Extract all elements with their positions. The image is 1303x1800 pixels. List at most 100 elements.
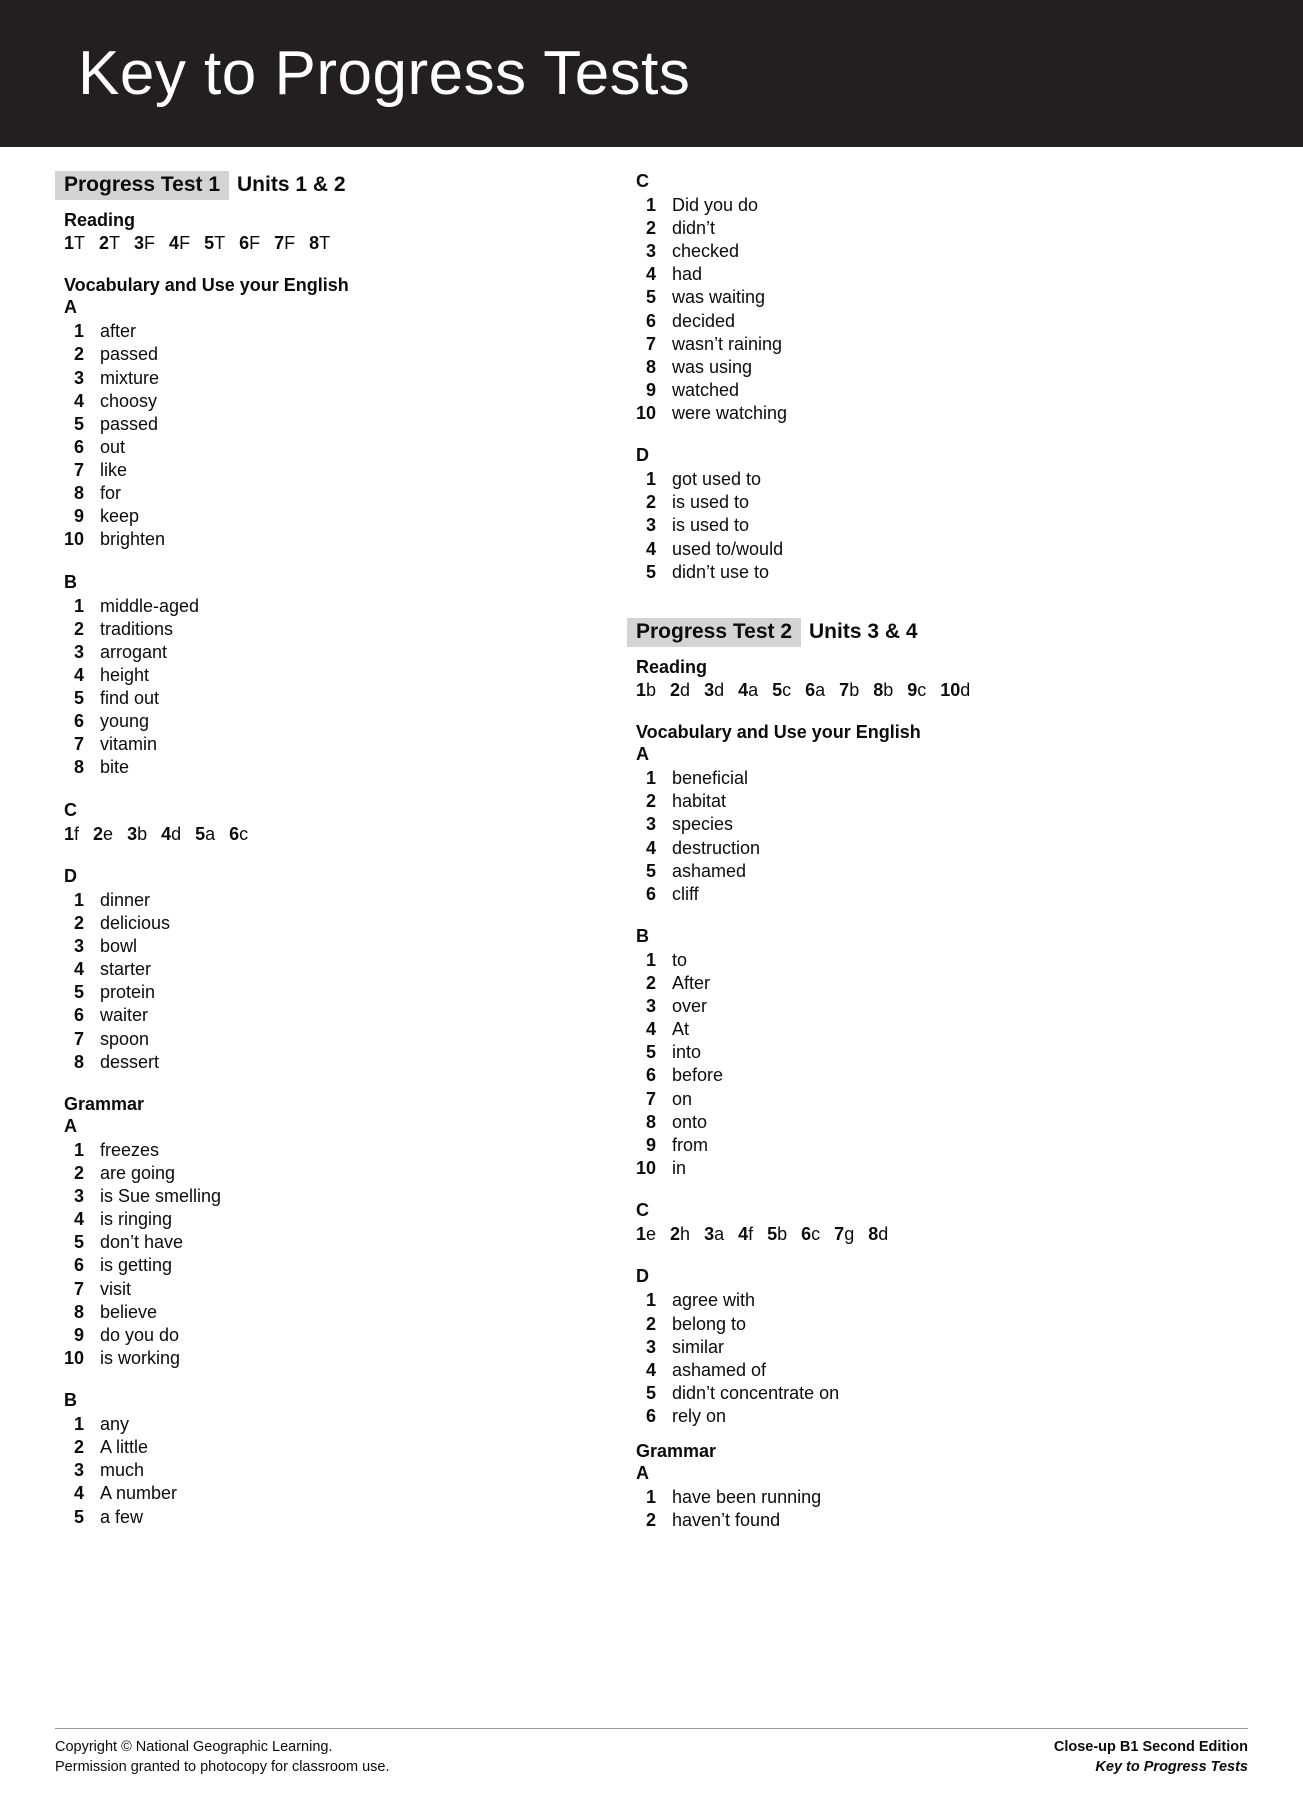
answer-row: 4 height bbox=[55, 664, 575, 687]
answer-number: 3 bbox=[704, 679, 715, 700]
answer-number: 8 bbox=[309, 233, 320, 253]
answer-number: 8 bbox=[645, 356, 656, 377]
answer-row: 10 brighten bbox=[55, 528, 575, 551]
answer-value: onto bbox=[672, 1111, 708, 1132]
answer-number: 5 bbox=[645, 287, 656, 308]
answer-value: to bbox=[672, 949, 688, 970]
answer-number: 8 bbox=[73, 1301, 84, 1322]
answer-number: 4 bbox=[73, 1483, 84, 1504]
answer-number: 6 bbox=[73, 711, 84, 732]
test-2-vocab-c-answers: 1e 2h 3a 4f 5b 6c 7g 8d bbox=[636, 1223, 1147, 1246]
answer-row: 9 watched bbox=[627, 379, 1147, 402]
answer-value: d bbox=[171, 823, 182, 844]
answer-value: were watching bbox=[672, 403, 788, 424]
answer-number: 1 bbox=[73, 595, 84, 616]
answer-value: a few bbox=[100, 1506, 144, 1527]
answer-row: 5 find out bbox=[55, 687, 575, 710]
answer-value: A little bbox=[100, 1437, 149, 1458]
answer-number: 1 bbox=[73, 1139, 84, 1160]
test-2-vocab-b-list: 1 to 2 After 3 over 4 At 5 into 6 before 7 on 8 onto 9 fr… bbox=[627, 949, 1147, 1180]
answer-number: 9 bbox=[907, 679, 918, 700]
test-1-title: Progress Test 1 Units 1 & 2 bbox=[55, 171, 575, 200]
footer-divider bbox=[55, 1727, 1248, 1729]
answer-number: 3 bbox=[73, 367, 84, 388]
answer-number: 2 bbox=[73, 1162, 84, 1183]
answer-row: 2 A little bbox=[55, 1436, 575, 1459]
answer-number: 6 bbox=[645, 1065, 656, 1086]
answer-value: vitamin bbox=[100, 734, 158, 755]
answer-value: starter bbox=[100, 959, 152, 980]
answer-pair: 5b bbox=[767, 1223, 787, 1246]
test-1-units: Units 1 & 2 bbox=[237, 173, 346, 196]
answer-value: rely on bbox=[672, 1406, 727, 1426]
answer-value: out bbox=[100, 436, 126, 457]
test-2-grammar-heading: Grammar bbox=[636, 1441, 717, 1462]
answer-pair: 6a bbox=[805, 679, 825, 702]
answer-row: 8 believe bbox=[55, 1301, 575, 1324]
page-banner: Key to Progress Tests bbox=[0, 0, 1303, 147]
answer-row: 2 is used to bbox=[627, 491, 1147, 514]
answer-row: 8 bite bbox=[55, 756, 575, 779]
answer-value: wasn’t raining bbox=[672, 333, 783, 354]
answer-row: 5 didn’t use to bbox=[627, 561, 1147, 584]
answer-number: 6 bbox=[645, 883, 656, 904]
answer-value: traditions bbox=[100, 618, 174, 639]
answer-number: 8 bbox=[73, 757, 84, 778]
answer-row: 1 middle-aged bbox=[55, 595, 575, 618]
answer-value: c bbox=[811, 1224, 821, 1245]
answer-value: delicious bbox=[100, 912, 171, 933]
answer-value: after bbox=[100, 321, 137, 342]
answer-value: had bbox=[672, 264, 703, 285]
answer-number: 7 bbox=[645, 333, 656, 354]
answer-value: T bbox=[74, 233, 86, 253]
answer-row: 5 didn’t concentrate on bbox=[627, 1382, 1147, 1405]
answer-row: 6 cliff bbox=[627, 883, 1147, 906]
answer-row: 3 bowl bbox=[55, 935, 575, 958]
answer-row: 7 visit bbox=[55, 1278, 575, 1301]
answer-pair: 7F bbox=[274, 232, 295, 255]
answer-row: 3 checked bbox=[627, 240, 1147, 263]
test-2-chip: Progress Test 2 bbox=[627, 617, 802, 647]
answer-row: 1 to bbox=[627, 949, 1147, 972]
test-2-vocab-a-letter: A bbox=[636, 744, 649, 765]
answer-value: b bbox=[849, 679, 860, 700]
answer-number: 8 bbox=[868, 1224, 879, 1245]
answer-value: middle-aged bbox=[100, 595, 200, 616]
answer-row: 1 Did you do bbox=[627, 194, 1147, 217]
answer-number: 6 bbox=[229, 823, 240, 844]
answer-row: 9 do you do bbox=[55, 1324, 575, 1347]
answer-number: 2 bbox=[645, 492, 656, 513]
answer-pair: 4f bbox=[738, 1223, 753, 1246]
answer-number: 10 bbox=[63, 529, 84, 550]
answer-value: F bbox=[284, 233, 296, 253]
answer-value: watched bbox=[672, 379, 740, 400]
answer-row: 4 choosy bbox=[55, 390, 575, 413]
test-1-vocab-heading: Vocabulary and Use your English bbox=[64, 275, 349, 296]
answer-pair: 10d bbox=[940, 679, 970, 702]
answer-row: 6 young bbox=[55, 710, 575, 733]
test-2-vocab-d-letter: D bbox=[636, 1266, 649, 1287]
test-1-grammar-d-letter: D bbox=[636, 445, 649, 466]
answer-number: 5 bbox=[645, 860, 656, 881]
answer-row: 1 freezes bbox=[55, 1139, 575, 1162]
answer-key-page: Progress Test 1 Units 1 & 2 Reading 1T 2T… bbox=[0, 147, 1303, 1800]
answer-number: 4 bbox=[645, 538, 656, 559]
answer-value: before bbox=[672, 1065, 724, 1086]
answer-number: 9 bbox=[73, 1324, 84, 1345]
answer-number: 2 bbox=[73, 912, 84, 933]
answer-row: 2 traditions bbox=[55, 618, 575, 641]
answer-pair: 7g bbox=[834, 1223, 854, 1246]
answer-number: 2 bbox=[645, 791, 656, 812]
answer-number: 2 bbox=[645, 1510, 656, 1531]
answer-number: 2 bbox=[73, 618, 84, 639]
answer-value: b bbox=[883, 679, 894, 700]
answer-number: 1 bbox=[645, 1487, 656, 1508]
answer-number: 8 bbox=[73, 1051, 84, 1072]
answer-row: 5 don’t have bbox=[55, 1231, 575, 1254]
answer-row: 8 for bbox=[55, 482, 575, 505]
answer-row: 1 dinner bbox=[55, 889, 575, 912]
answer-pair: 6c bbox=[229, 823, 248, 846]
answer-row: 1 have been running bbox=[627, 1486, 1147, 1509]
answer-value: c bbox=[917, 679, 927, 700]
answer-value: brighten bbox=[100, 529, 166, 550]
